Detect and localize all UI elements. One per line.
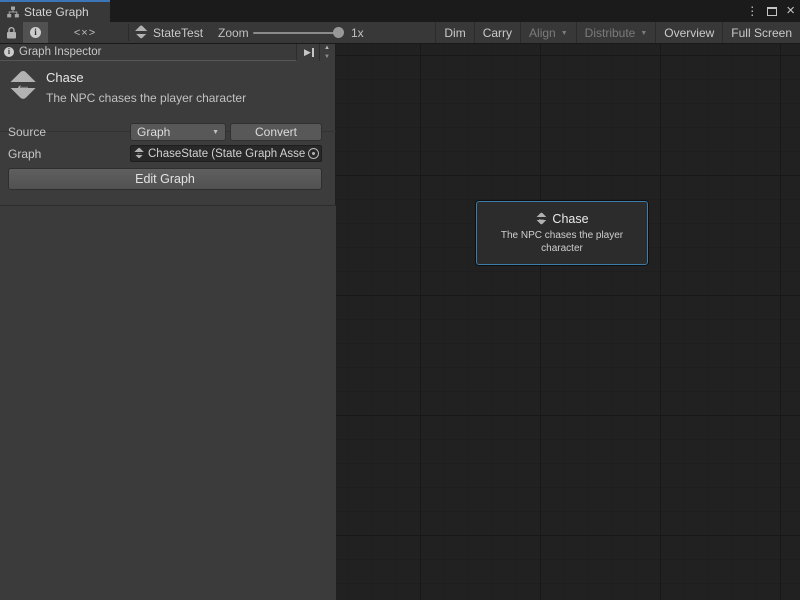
- state-reference-breadcrumb[interactable]: StateTest: [134, 22, 203, 43]
- node-description: The NPC chases the player character: [484, 229, 640, 255]
- graph-object-value: ChaseState (State Graph Asset): [148, 148, 305, 160]
- convert-button[interactable]: Convert: [230, 123, 322, 141]
- state-summary: Chase The NPC chases the player characte…: [0, 62, 336, 132]
- source-field-label: Source: [8, 125, 46, 139]
- tab-state-graph[interactable]: State Graph: [0, 0, 110, 22]
- state-graph-icon: [134, 148, 145, 159]
- object-picker-icon[interactable]: [308, 148, 319, 159]
- state-graph-icon: [535, 213, 547, 225]
- graph-inspector-panel: Graph Inspector ▲ ▼ Chase The NPC chases…: [0, 44, 336, 600]
- align-button-label: Align: [529, 26, 556, 40]
- node-title-row: Chase: [535, 212, 588, 226]
- state-node-chase[interactable]: Chase The NPC chases the player characte…: [476, 201, 648, 265]
- window-menu-icon[interactable]: ⋮: [746, 5, 758, 17]
- maximize-icon[interactable]: [767, 7, 777, 16]
- graph-object-field[interactable]: ChaseState (State Graph Asset): [130, 145, 322, 162]
- dim-button-label: Dim: [444, 26, 465, 40]
- node-title: Chase: [552, 212, 588, 226]
- state-graph-icon: [134, 26, 148, 40]
- window-controls: ⋮ ×: [746, 0, 795, 22]
- dock-icon: [304, 47, 314, 58]
- edit-graph-button-label: Edit Graph: [135, 172, 195, 186]
- graph-canvas[interactable]: Chase The NPC chases the player characte…: [336, 44, 800, 600]
- toolbar: <×> StateTest Zoom 1x Dim Carry Align ▼ …: [0, 22, 800, 44]
- inspector-toggle-button[interactable]: [23, 22, 48, 43]
- titlebar: State Graph ⋮ ×: [0, 0, 800, 22]
- graph-inspector-title: Graph Inspector: [19, 46, 101, 58]
- graph-tab-icon: [7, 6, 19, 18]
- edit-graph-button[interactable]: Edit Graph: [8, 168, 322, 190]
- distribute-button: Distribute ▼: [576, 22, 656, 43]
- info-icon: [4, 47, 14, 57]
- code-view-button[interactable]: <×>: [49, 22, 121, 43]
- state-title: Chase: [46, 70, 84, 85]
- graph-inspector-header[interactable]: Graph Inspector: [0, 44, 297, 61]
- zoom-slider-track[interactable]: [253, 32, 339, 34]
- scroll-down-icon[interactable]: ▼: [320, 53, 334, 62]
- code-icon: <×>: [74, 27, 96, 39]
- state-graph-icon: [8, 70, 38, 100]
- toolbar-actions: Dim Carry Align ▼ Distribute ▼ Overview …: [435, 22, 800, 43]
- chevron-down-icon: ▼: [212, 129, 219, 136]
- chevron-down-icon: ▼: [640, 30, 647, 37]
- state-reference-label: StateTest: [153, 26, 203, 40]
- toolbar-separator: [128, 24, 129, 41]
- tab-label: State Graph: [24, 5, 89, 19]
- graph-field-label: Graph: [8, 147, 41, 161]
- panel-scroll-buttons: ▲ ▼: [319, 44, 334, 61]
- close-icon[interactable]: ×: [786, 3, 795, 18]
- dock-panel-button[interactable]: [300, 45, 318, 60]
- zoom-slider-handle[interactable]: [333, 27, 344, 38]
- lock-icon: [6, 27, 17, 39]
- distribute-button-label: Distribute: [585, 26, 636, 40]
- full-screen-button-label: Full Screen: [731, 26, 792, 40]
- overview-button[interactable]: Overview: [655, 22, 722, 43]
- full-screen-button[interactable]: Full Screen: [722, 22, 800, 43]
- carry-button-label: Carry: [483, 26, 512, 40]
- carry-button[interactable]: Carry: [474, 22, 520, 43]
- overview-button-label: Overview: [664, 26, 714, 40]
- state-graph-window: State Graph ⋮ × <×> StateTest: [0, 0, 800, 600]
- zoom-label: Zoom: [218, 26, 249, 40]
- state-description: The NPC chases the player character: [46, 91, 246, 105]
- zoom-value: 1x: [351, 26, 364, 40]
- lock-button[interactable]: [0, 22, 22, 43]
- inspector-empty-area: [0, 206, 336, 600]
- convert-button-label: Convert: [255, 125, 297, 139]
- dim-button[interactable]: Dim: [435, 22, 473, 43]
- info-icon: [30, 27, 41, 38]
- source-dropdown-value: Graph: [137, 125, 170, 139]
- scroll-up-icon[interactable]: ▲: [320, 44, 334, 53]
- chevron-down-icon: ▼: [561, 30, 568, 37]
- source-dropdown[interactable]: Graph ▼: [130, 123, 226, 141]
- align-button: Align ▼: [520, 22, 576, 43]
